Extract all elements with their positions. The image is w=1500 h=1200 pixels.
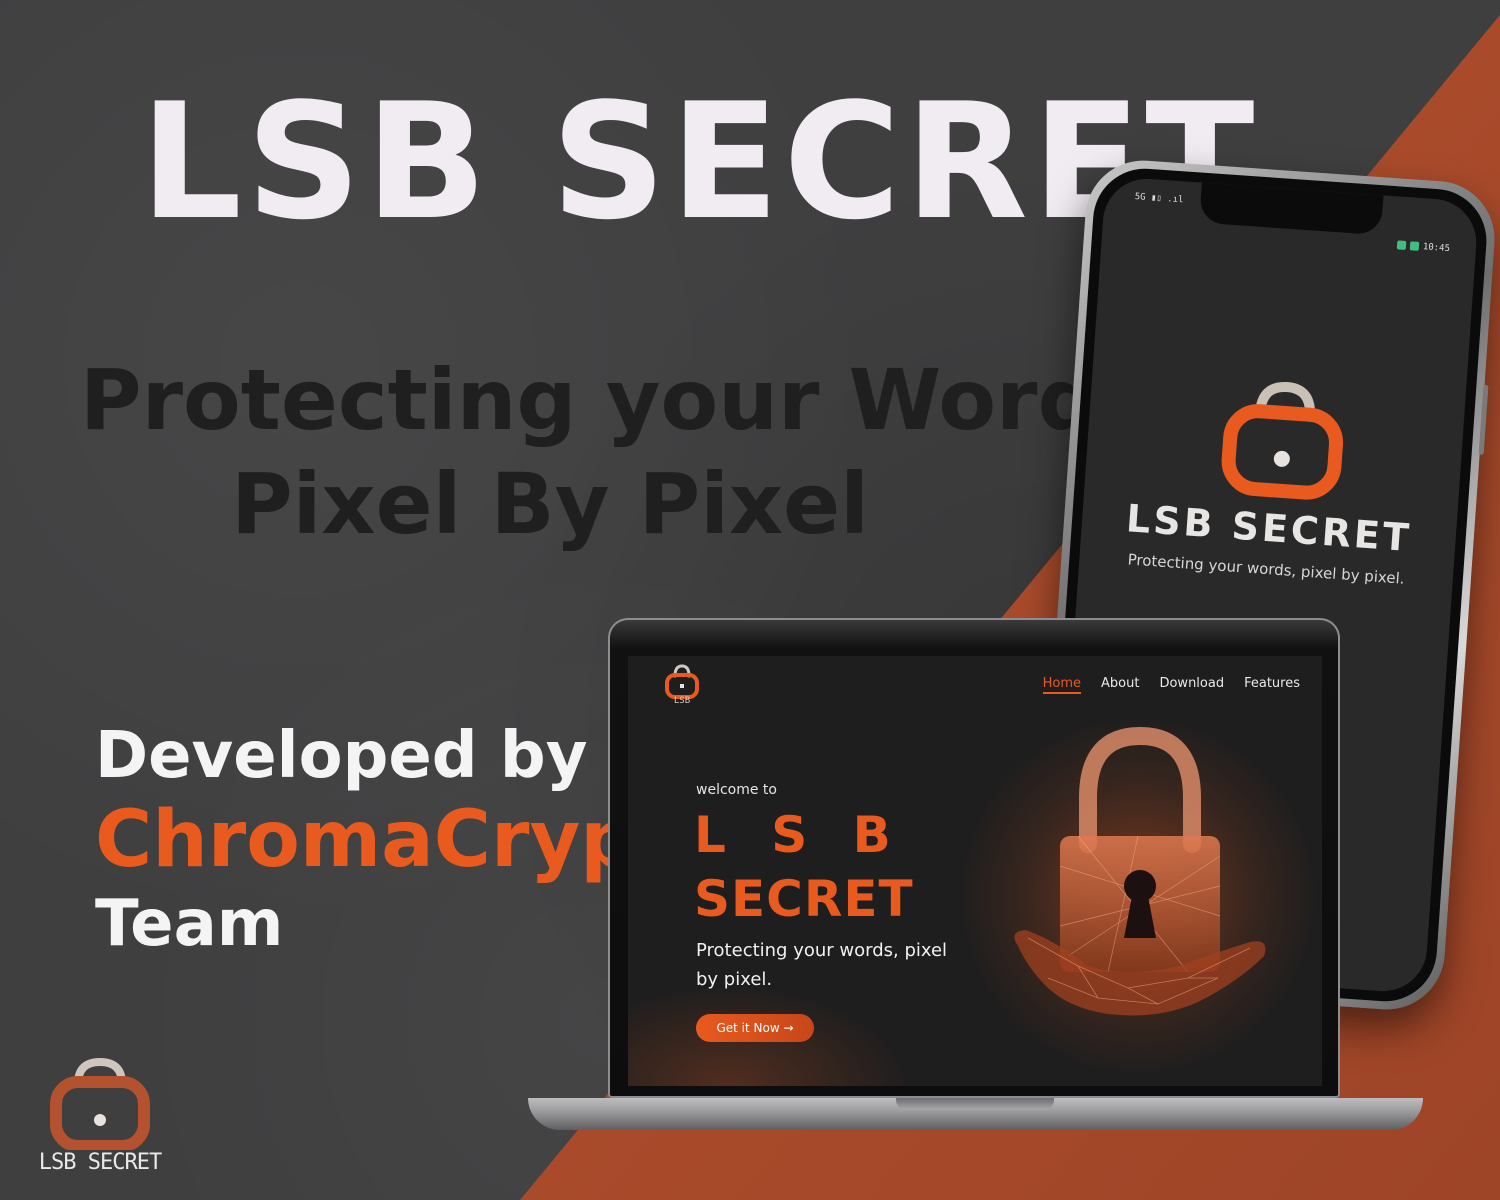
- promo-canvas: LSB SECRET Protecting your Words Pixel B…: [0, 0, 1500, 1200]
- nav-features[interactable]: Features: [1244, 676, 1300, 694]
- laptop-mockup: LSB Home About Download Features welcome…: [528, 618, 1423, 1133]
- tagline-line-2: Pixel By Pixel: [231, 455, 869, 553]
- nav-home[interactable]: Home: [1042, 676, 1082, 694]
- nav-about[interactable]: About: [1101, 676, 1139, 694]
- site-title-line-1: L S B: [694, 806, 905, 864]
- get-it-now-button[interactable]: Get it Now →: [696, 1014, 814, 1042]
- hero-tagline: Protecting your Words Pixel By Pixel: [80, 348, 1148, 556]
- corner-logo: LSB SECRET: [30, 1057, 170, 1188]
- site-title-line-2: SECRET: [694, 870, 914, 928]
- corner-logo-label: LSB SECRET: [38, 1150, 162, 1175]
- site-nav: Home About Download Features: [1042, 676, 1300, 694]
- tagline-line-1: Protecting your Words: [80, 351, 1148, 449]
- status-bar-right: 10:45: [1396, 240, 1451, 255]
- padlock-icon: [50, 1057, 150, 1152]
- laptop-trackpad-notch: [896, 1098, 1054, 1110]
- site-tagline: Protecting your words, pixel by pixel.: [696, 940, 948, 990]
- notification-icon: [1409, 241, 1420, 251]
- app-logo-padlock-icon: [1221, 382, 1344, 500]
- laptop-lid: LSB Home About Download Features welcome…: [608, 618, 1340, 1098]
- laptop-screen: LSB Home About Download Features welcome…: [628, 656, 1322, 1086]
- nav-download[interactable]: Download: [1159, 676, 1224, 694]
- site-logo-label: LSB: [673, 696, 691, 706]
- padlock-in-hand-icon: [1014, 726, 1266, 1016]
- laptop-base: [528, 1098, 1423, 1130]
- status-time: 10:45: [1422, 242, 1451, 255]
- hero-title: LSB SECRET: [140, 68, 1259, 255]
- notification-icon: [1396, 240, 1407, 250]
- welcome-text: welcome to: [696, 782, 777, 798]
- status-bar-signal: 5G ▮▯ .ıl: [1134, 191, 1184, 206]
